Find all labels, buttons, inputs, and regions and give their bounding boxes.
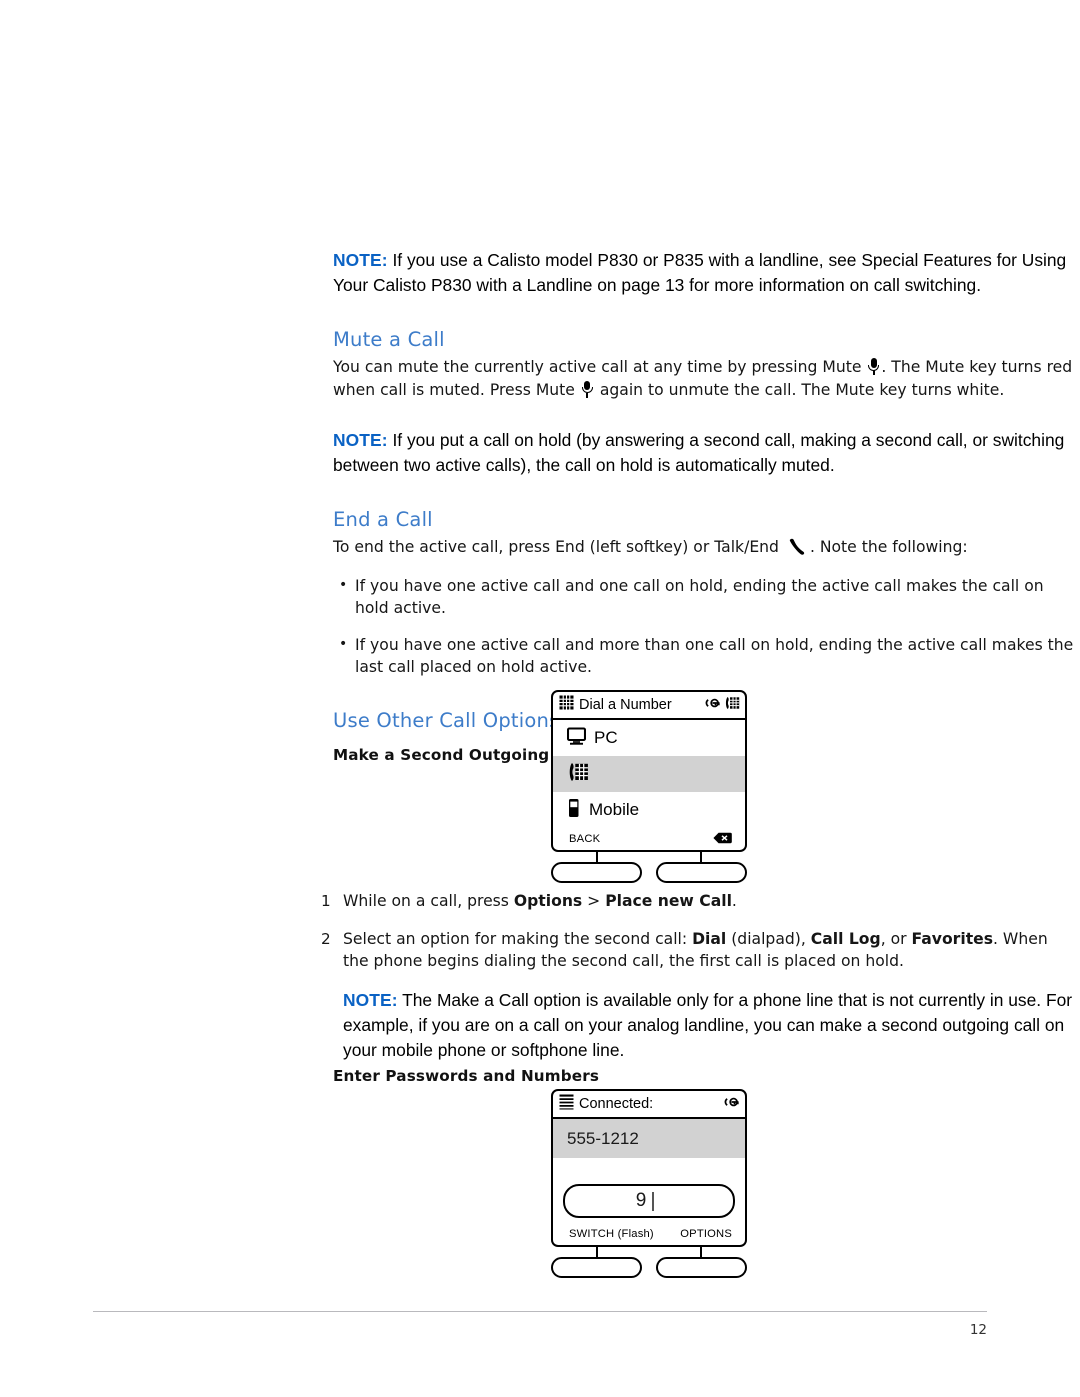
subheading-enter-passwords-and-numbers: Enter Passwords and Numbers bbox=[333, 1067, 600, 1085]
softkey-button-left[interactable] bbox=[551, 1257, 642, 1278]
mute-text-part3: again to unmute the call. The Mute key t… bbox=[599, 380, 1005, 399]
end-text-part2: . Note the following: bbox=[809, 538, 968, 556]
desk-phone-icon bbox=[567, 762, 589, 787]
softkey-button-right[interactable] bbox=[656, 862, 747, 883]
phone-softkey-label-row: SWITCH (Flash) OPTIONS bbox=[553, 1223, 745, 1245]
blank-strip bbox=[553, 1158, 745, 1180]
phone-softkey-buttons bbox=[551, 852, 747, 883]
note-label: NOTE: bbox=[333, 430, 388, 450]
connected-number: 555-1212 bbox=[567, 1128, 639, 1148]
softkey-label-left: SWITCH (Flash) bbox=[569, 1228, 654, 1240]
list-item: If you have one active call and more tha… bbox=[333, 633, 1078, 679]
phone-list-item-mobile[interactable]: Mobile bbox=[553, 792, 745, 828]
document-page: NOTE: If you use a Calisto model P830 or… bbox=[0, 0, 1080, 1397]
page-number: 12 bbox=[969, 1322, 987, 1338]
phone-screen-connected: Connected: 555-1212 9 SWITCH (Flash) OPT… bbox=[551, 1089, 747, 1247]
note-block-2: NOTE: If you put a call on hold (by answ… bbox=[333, 428, 1078, 478]
list-item: If you have one active call and one call… bbox=[333, 574, 1078, 620]
backspace-delete-icon bbox=[713, 832, 732, 847]
softkey-button-left[interactable] bbox=[551, 862, 642, 883]
phone-screen-title-bar: Connected: bbox=[553, 1091, 745, 1119]
note-text-3: The Make a Call option is available only… bbox=[343, 989, 1073, 1060]
digit-entry-field[interactable]: 9 bbox=[563, 1184, 735, 1218]
phone-screen-dial-a-number: Dial a Number PC Mobile BACK bbox=[551, 690, 747, 852]
phone-softkey-buttons bbox=[551, 1247, 747, 1278]
end-call-bullet-list: If you have one active call and one call… bbox=[333, 574, 1078, 679]
phone-screen-status-icons bbox=[723, 1095, 740, 1114]
softkey-stalk-left bbox=[596, 852, 599, 862]
connected-number-banner: 555-1212 bbox=[553, 1119, 745, 1158]
mobile-phone-icon bbox=[567, 798, 581, 823]
phone-display-figure-2: Connected: 555-1212 9 SWITCH (Flash) OPT… bbox=[551, 1089, 747, 1278]
monitor-icon bbox=[566, 726, 587, 750]
softkey-label-right: OPTIONS bbox=[680, 1228, 732, 1240]
microphone-icon bbox=[581, 380, 593, 398]
call-key-icon bbox=[723, 1095, 740, 1114]
call-key-icon bbox=[704, 696, 721, 715]
text-caret bbox=[652, 1191, 654, 1211]
phone-list-item-pc[interactable]: PC bbox=[553, 720, 745, 756]
heading-end-a-call: End a Call bbox=[333, 508, 433, 531]
phone-screen-title: Dial a Number bbox=[579, 697, 672, 713]
phone-list-item-deskphone[interactable] bbox=[553, 756, 745, 792]
step-item-1: 1 While on a call, press Options > Place… bbox=[318, 890, 1078, 913]
note-label: NOTE: bbox=[343, 989, 398, 1010]
step-text: While on a call, press Options > Place n… bbox=[343, 892, 737, 910]
section-end-a-call: End a Call To end the active call, press… bbox=[333, 508, 1078, 679]
note-text-1: If you use a Calisto model P830 or P835 … bbox=[333, 250, 1067, 295]
handset-icon bbox=[787, 536, 807, 556]
numbered-steps-list: 1 While on a call, press Options > Place… bbox=[318, 890, 1078, 973]
digit-entry-value: 9 bbox=[635, 1190, 647, 1211]
step-number: 1 bbox=[321, 892, 331, 910]
phone-list-item-label: Mobile bbox=[589, 800, 640, 819]
landline-lines-icon bbox=[559, 1094, 574, 1115]
step-number: 2 bbox=[321, 929, 331, 948]
end-body-text: To end the active call, press End (left … bbox=[333, 536, 1078, 559]
dialpad-grid-icon bbox=[559, 695, 574, 715]
softkey-stalk-right bbox=[700, 1247, 703, 1257]
phone-screen-call-body: 555-1212 9 SWITCH (Flash) OPTIONS bbox=[553, 1119, 745, 1245]
softkey-stalk-left bbox=[596, 1247, 599, 1257]
mute-text-part1: You can mute the currently active call a… bbox=[333, 358, 862, 376]
note-label: NOTE: bbox=[333, 250, 388, 270]
end-text-part1: To end the active call, press End (left … bbox=[333, 538, 779, 556]
section-mute-a-call: Mute a Call You can mute the currently a… bbox=[333, 328, 1078, 401]
phone-screen-title-bar: Dial a Number bbox=[553, 692, 745, 720]
mute-body-text: You can mute the currently active call a… bbox=[333, 356, 1078, 401]
page-content: NOTE: If you use a Calisto model P830 or… bbox=[333, 248, 1078, 764]
desk-phone-icon bbox=[724, 696, 740, 715]
phone-screen-status-icons bbox=[704, 696, 740, 715]
softkey-label-left: BACK bbox=[569, 833, 601, 845]
steps-region: 1 While on a call, press Options > Place… bbox=[318, 890, 1078, 1063]
phone-screen-list: PC Mobile BACK bbox=[553, 720, 745, 850]
step-item-2: 2 Select an option for making the second… bbox=[318, 928, 1078, 973]
phone-softkey-label-row: BACK bbox=[553, 828, 745, 850]
phone-display-figure-1: Dial a Number PC Mobile BACK bbox=[551, 690, 747, 883]
phone-list-item-label: PC bbox=[594, 728, 618, 747]
note-block-1: NOTE: If you use a Calisto model P830 or… bbox=[333, 248, 1078, 298]
step-text: Select an option for making the second c… bbox=[343, 929, 1048, 971]
softkey-stalk-right bbox=[700, 852, 703, 862]
softkey-button-right[interactable] bbox=[656, 1257, 747, 1278]
footer-divider bbox=[93, 1311, 987, 1313]
note-text-2: If you put a call on hold (by answering … bbox=[333, 430, 1065, 475]
phone-screen-title: Connected: bbox=[579, 1096, 654, 1112]
heading-mute-a-call: Mute a Call bbox=[333, 328, 445, 351]
microphone-icon bbox=[868, 358, 880, 375]
note-block-3: NOTE: The Make a Call option is availabl… bbox=[318, 988, 1078, 1063]
